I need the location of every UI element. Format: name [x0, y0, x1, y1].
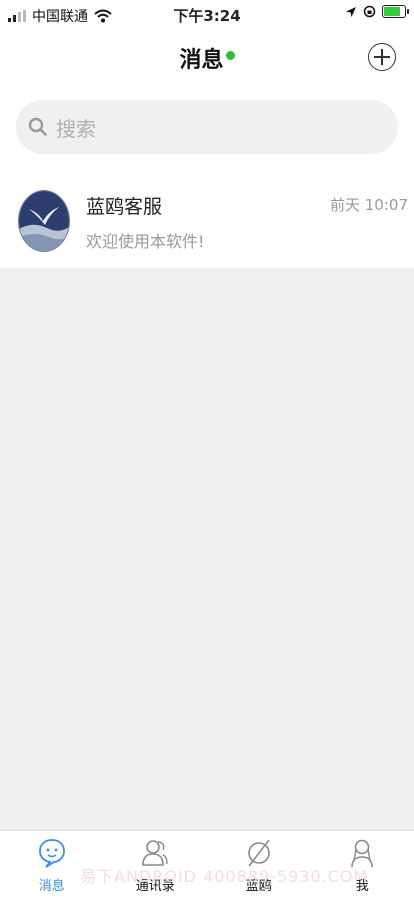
conversation-time: 前天 10:07: [330, 194, 408, 215]
search-input[interactable]: 搜索: [16, 100, 398, 154]
watermark-text: 易下ANDROID 400889-5930.COM: [80, 863, 368, 887]
orientation-lock-icon: [363, 5, 376, 18]
seagull-logo: [19, 191, 69, 251]
battery-icon: [382, 5, 406, 18]
search-section: 搜索: [0, 90, 414, 170]
plus-circle-icon[interactable]: [368, 43, 396, 71]
location-arrow-icon: [345, 6, 357, 18]
avatar: [18, 190, 70, 252]
page-title: 消息: [179, 48, 223, 73]
status-right: [345, 5, 406, 18]
search-placeholder: 搜索: [56, 113, 96, 142]
status-bar: 中国联通 下午3:24: [0, 0, 414, 30]
list-item[interactable]: 蓝鸥客服 前天 10:07 欢迎使用本软件!: [0, 170, 414, 268]
conversation-list: 蓝鸥客服 前天 10:07 欢迎使用本软件!: [0, 170, 414, 268]
conversation-preview: 欢迎使用本软件!: [86, 228, 204, 252]
search-icon: [28, 117, 48, 137]
chat-bubble-icon: [38, 837, 66, 869]
page-title-wrap: 消息: [0, 42, 414, 74]
online-status-dot: [226, 51, 235, 60]
nav-bar: 消息: [0, 30, 414, 90]
conversation-name: 蓝鸥客服: [86, 192, 162, 219]
